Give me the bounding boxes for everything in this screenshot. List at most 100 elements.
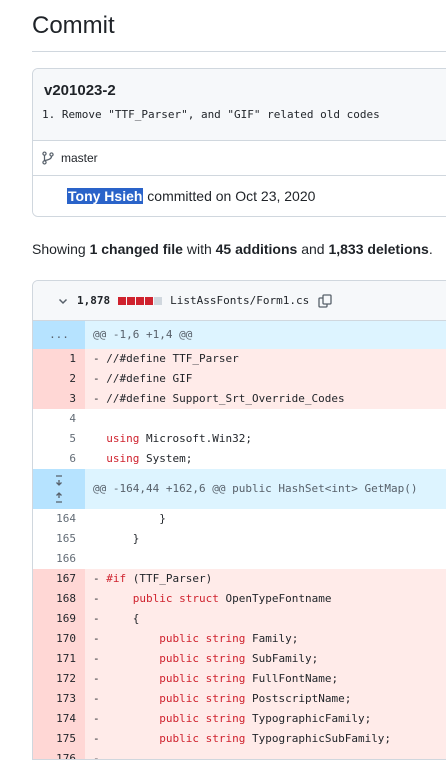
line-number[interactable]: 168: [33, 589, 85, 609]
code-text: public struct OpenTypeFontname: [132, 592, 332, 605]
line-number[interactable]: 3: [33, 389, 85, 409]
code-text: public string TypographicFamily;: [159, 712, 372, 725]
code-line: - public string TypographicFamily;: [85, 709, 446, 729]
commit-meta: Tony Hsieh committed on Oct 23, 2020: [33, 175, 446, 216]
code-text: public string TypographicSubFamily;: [159, 732, 392, 745]
code-line: - public string TypographicSubFamily;: [85, 729, 446, 749]
summary-suffix: .: [428, 241, 433, 257]
diffstat-block: [136, 296, 145, 305]
diff-sign: [93, 552, 100, 565]
code-line: using Microsoft.Win32;: [85, 429, 446, 449]
context-line: 166: [33, 549, 446, 569]
line-number[interactable]: 175: [33, 729, 85, 749]
code-line: - //#define GIF: [85, 369, 446, 389]
diff-sign: -: [93, 672, 100, 685]
deleted-line: 3- //#define Support_Srt_Override_Codes: [33, 389, 446, 409]
code-line: - public string PostscriptName;: [85, 689, 446, 709]
code-text: public string Family;: [159, 632, 299, 645]
author-link[interactable]: Tony Hsieh: [67, 188, 144, 204]
context-line: 4: [33, 409, 446, 429]
deleted-line: 171- public string SubFamily;: [33, 649, 446, 669]
code-text: using Microsoft.Win32;: [106, 432, 252, 445]
code-text: }: [99, 512, 166, 525]
line-number[interactable]: 172: [33, 669, 85, 689]
diff-sign: -: [93, 352, 100, 365]
expand-button[interactable]: ...: [33, 321, 85, 349]
code-text: {: [99, 612, 140, 625]
code-line: - public struct OpenTypeFontname: [85, 589, 446, 609]
context-line: 5 using Microsoft.Win32;: [33, 429, 446, 449]
code-line: - //#define Support_Srt_Override_Codes: [85, 389, 446, 409]
line-number[interactable]: 4: [33, 409, 85, 429]
line-number[interactable]: 173: [33, 689, 85, 709]
diff-sign: [93, 452, 100, 465]
code-line: - #if (TTF_Parser): [85, 569, 446, 589]
deleted-line: 173- public string PostscriptName;: [33, 689, 446, 709]
expand-up-down-icon[interactable]: [51, 473, 67, 505]
code-line: - //#define TTF_Parser: [85, 349, 446, 369]
code-text: //#define GIF: [99, 372, 193, 385]
summary-and: and: [297, 241, 329, 257]
code-text: }: [99, 532, 140, 545]
file-header: 1,878 ListAssFonts/Form1.cs: [33, 281, 446, 321]
diff-sign: -: [93, 592, 100, 605]
diff-sign: -: [93, 392, 100, 405]
line-number[interactable]: 176: [33, 749, 85, 759]
copy-icon[interactable]: [317, 293, 333, 309]
hunk-header: ... @@ -1,6 +1,4 @@: [33, 321, 446, 349]
deleted-line: 170- public string Family;: [33, 629, 446, 649]
diff-sign: -: [93, 652, 100, 665]
chevron-down-icon[interactable]: [57, 295, 69, 307]
code-line: using System;: [85, 449, 446, 469]
summary-with: with: [182, 241, 216, 257]
code-line: - public string Family;: [85, 629, 446, 649]
file-path-link[interactable]: ListAssFonts/Form1.cs: [170, 294, 309, 307]
line-number[interactable]: 169: [33, 609, 85, 629]
additions-count: 45 additions: [215, 241, 298, 257]
expand-buttons[interactable]: [33, 469, 85, 509]
line-number[interactable]: 170: [33, 629, 85, 649]
line-number[interactable]: 6: [33, 449, 85, 469]
code-line: [85, 549, 446, 569]
diffstat-block: [154, 296, 163, 305]
hunk-header: @@ -164,44 +162,6 @@ public HashSet<int>…: [33, 469, 446, 509]
diffstat-blocks: [118, 296, 163, 305]
code-line: }: [85, 509, 446, 529]
diffstat-block: [127, 296, 136, 305]
line-number[interactable]: 5: [33, 429, 85, 449]
diff-summary: Showing 1 changed file with 45 additions…: [32, 241, 433, 257]
summary-prefix: Showing: [32, 241, 90, 257]
code-line: - public string SubFamily;: [85, 649, 446, 669]
commit-description: 1. Remove "TTF_Parser", and "GIF" relate…: [42, 108, 380, 121]
deleted-line: 174- public string TypographicFamily;: [33, 709, 446, 729]
code-text: #if (TTF_Parser): [106, 572, 213, 585]
deleted-line: 176-: [33, 749, 446, 759]
diff-sign: [93, 512, 100, 525]
diffstat-block: [145, 296, 154, 305]
diff-sign: -: [93, 712, 100, 725]
diff-sign: [93, 432, 100, 445]
deleted-line: 172- public string FullFontName;: [33, 669, 446, 689]
page-title: Commit: [32, 12, 115, 39]
deleted-line: 169- {: [33, 609, 446, 629]
branch-row[interactable]: master: [41, 151, 98, 165]
line-number[interactable]: 174: [33, 709, 85, 729]
commit-box: v201023-2 1. Remove "TTF_Parser", and "G…: [32, 68, 446, 217]
diff-sign: [93, 412, 100, 425]
git-branch-icon: [42, 151, 54, 165]
line-number[interactable]: 171: [33, 649, 85, 669]
diff-table: ... @@ -1,6 +1,4 @@ 1- //#define TTF_Par…: [33, 321, 446, 759]
code-line: [85, 409, 446, 429]
line-number[interactable]: 2: [33, 369, 85, 389]
code-line: - public string FullFontName;: [85, 669, 446, 689]
hunk-text: @@ -1,6 +1,4 @@: [85, 321, 446, 349]
code-text: //#define Support_Srt_Override_Codes: [99, 392, 345, 405]
changed-files-count[interactable]: 1 changed file: [90, 241, 183, 257]
branch-name[interactable]: master: [61, 151, 98, 165]
file-diff: 1,878 ListAssFonts/Form1.cs ... @@ -1,6 …: [32, 280, 446, 760]
code-text: public string SubFamily;: [159, 652, 319, 665]
file-change-count: 1,878: [77, 294, 111, 307]
line-number[interactable]: 1: [33, 349, 85, 369]
diff-sign: -: [93, 692, 100, 705]
committed-date: committed on Oct 23, 2020: [143, 188, 316, 204]
